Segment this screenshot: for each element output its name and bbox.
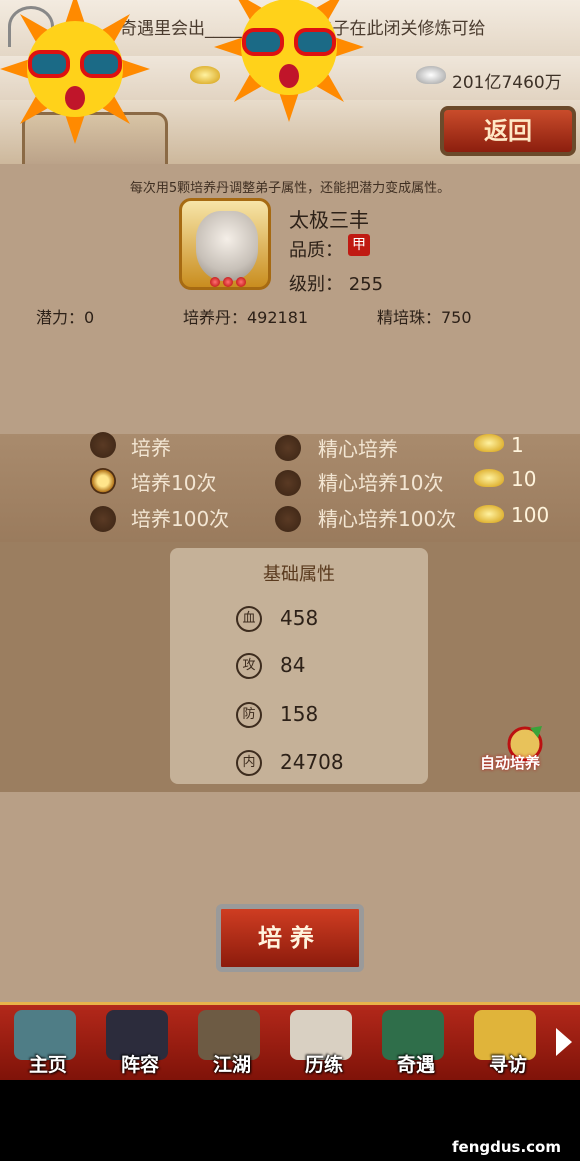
sun-sticker-icon bbox=[214, 0, 364, 122]
hero-portrait[interactable] bbox=[179, 198, 271, 290]
option-careful-1-label: 精心培养 bbox=[318, 437, 398, 461]
radio-train-1[interactable] bbox=[90, 432, 116, 458]
hero-name: 太极三丰 bbox=[289, 208, 369, 232]
cost-careful-1: 1 bbox=[511, 433, 524, 457]
training-hint: 每次用5颗培养丹调整弟子属性，还能把潜力变成属性。 bbox=[129, 181, 451, 196]
pill-stat: 培养丹：492181 bbox=[183, 308, 309, 327]
hero-level: 级别： 255 bbox=[289, 270, 383, 296]
nav-lineup-label: 阵容 bbox=[120, 1054, 159, 1076]
attributes-title: 基础属性 bbox=[263, 564, 335, 585]
nav-visit-label: 寻访 bbox=[488, 1054, 527, 1076]
nav-training[interactable]: 历练 bbox=[280, 1008, 368, 1080]
inner-power-value: 24708 bbox=[280, 750, 344, 774]
defense-value: 158 bbox=[280, 702, 319, 726]
auto-train-label: 自动培养 bbox=[480, 754, 541, 772]
nav-adventure[interactable]: 奇遇 bbox=[372, 1008, 460, 1080]
radio-train-10[interactable] bbox=[90, 468, 116, 494]
attack-icon: 攻 bbox=[236, 653, 262, 679]
silver-amount: 201亿7460万 bbox=[452, 73, 562, 93]
option-train-1-label: 培养 bbox=[131, 436, 171, 460]
nav-next-arrow-icon[interactable] bbox=[556, 1028, 572, 1056]
hero-level-value: 255 bbox=[348, 274, 384, 295]
gold-ingot-icon bbox=[474, 469, 504, 487]
watermark: fengdus.com bbox=[452, 1138, 561, 1156]
option-train-10-label: 培养10次 bbox=[131, 471, 217, 495]
gold-ingot-icon bbox=[474, 505, 504, 523]
nav-home-label: 主页 bbox=[28, 1054, 67, 1076]
gem-icon bbox=[223, 277, 233, 287]
nav-jianghu[interactable]: 江湖 bbox=[188, 1008, 276, 1080]
sun-sticker-icon bbox=[0, 0, 150, 144]
radio-careful-1[interactable] bbox=[275, 435, 301, 461]
nav-lineup[interactable]: 阵容 bbox=[96, 1008, 184, 1080]
radio-careful-10[interactable] bbox=[275, 470, 301, 496]
hero-face-icon bbox=[196, 211, 258, 281]
gold-ingot-icon bbox=[474, 434, 504, 452]
radio-careful-100[interactable] bbox=[275, 506, 301, 532]
defense-icon: 防 bbox=[236, 702, 262, 728]
gem-icon bbox=[210, 277, 220, 287]
nav-adventure-label: 奇遇 bbox=[396, 1054, 435, 1076]
option-careful-100-label: 精心培养100次 bbox=[318, 507, 457, 531]
hp-icon: 血 bbox=[236, 606, 262, 632]
hero-level-label: 级别： bbox=[289, 274, 343, 295]
attack-value: 84 bbox=[280, 653, 306, 677]
hp-value: 458 bbox=[280, 606, 319, 630]
train-button[interactable]: 培养 bbox=[216, 904, 364, 972]
game-screen: 奇遇里会出___________上弟子在此闭关修炼可给 201亿7460万 返回… bbox=[0, 0, 580, 1080]
gem-icon bbox=[236, 277, 246, 287]
nav-visit[interactable]: 寻访 bbox=[464, 1008, 552, 1080]
potential-stat: 潜力：0 bbox=[36, 308, 95, 327]
bead-stat: 精培珠：750 bbox=[377, 308, 472, 327]
back-button[interactable]: 返回 bbox=[440, 106, 576, 156]
nav-home[interactable]: 主页 bbox=[4, 1008, 92, 1080]
radio-train-100[interactable] bbox=[90, 506, 116, 532]
inner-power-icon: 内 bbox=[236, 750, 262, 776]
option-train-100-label: 培养100次 bbox=[131, 507, 230, 531]
cost-careful-10: 10 bbox=[511, 467, 537, 491]
nav-training-label: 历练 bbox=[304, 1054, 343, 1076]
quality-badge: 甲 bbox=[348, 234, 370, 256]
option-careful-10-label: 精心培养10次 bbox=[318, 471, 444, 495]
cost-careful-100: 100 bbox=[511, 503, 550, 527]
hero-quality-label: 品质： bbox=[289, 240, 343, 261]
silver-ingot-icon bbox=[416, 66, 446, 84]
nav-jianghu-label: 江湖 bbox=[212, 1054, 251, 1076]
